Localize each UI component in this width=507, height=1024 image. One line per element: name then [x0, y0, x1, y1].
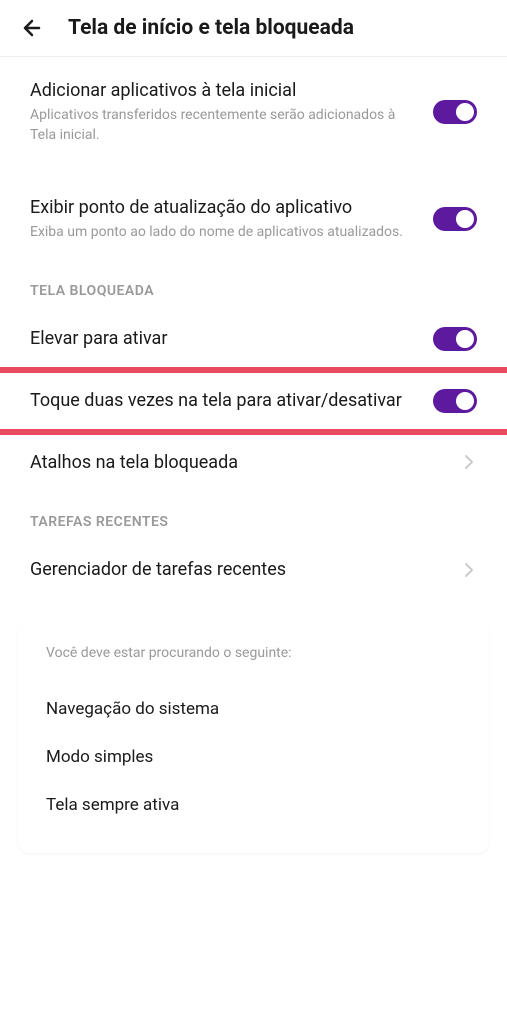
setting-title: Adicionar aplicativos à tela inicial	[30, 79, 417, 102]
setting-update-dot[interactable]: Exibir ponto de atualização do aplicativ…	[0, 180, 507, 259]
suggestion-item[interactable]: Tela sempre ativa	[46, 781, 461, 829]
suggestions-card: Você deve estar procurando o seguinte: N…	[18, 621, 489, 853]
toggle-raise-to-wake[interactable]	[433, 327, 477, 351]
setting-subtitle: Aplicativos transferidos recentemente se…	[30, 106, 417, 145]
setting-title: Elevar para ativar	[30, 327, 417, 350]
setting-double-tap[interactable]: Toque duas vezes na tela para ativar/des…	[0, 373, 507, 429]
toggle-add-apps[interactable]	[433, 100, 477, 124]
setting-title: Gerenciador de tarefas recentes	[30, 558, 445, 581]
setting-raise-to-wake[interactable]: Elevar para ativar	[0, 311, 507, 367]
highlighted-row: Toque duas vezes na tela para ativar/des…	[0, 367, 507, 435]
setting-title: Toque duas vezes na tela para ativar/des…	[30, 389, 417, 412]
setting-subtitle: Exiba um ponto ao lado do nome de aplica…	[30, 223, 417, 243]
settings-list: Adicionar aplicativos à tela inicial Apl…	[0, 57, 507, 853]
header: Tela de início e tela bloqueada	[0, 0, 507, 57]
setting-title: Exibir ponto de atualização do aplicativ…	[30, 196, 417, 219]
suggestion-item[interactable]: Navegação do sistema	[46, 685, 461, 733]
chevron-right-icon	[461, 454, 477, 470]
suggestion-item[interactable]: Modo simples	[46, 733, 461, 781]
setting-add-apps[interactable]: Adicionar aplicativos à tela inicial Apl…	[0, 63, 507, 162]
page-title: Tela de início e tela bloqueada	[68, 16, 354, 40]
toggle-update-dot[interactable]	[433, 207, 477, 231]
back-icon[interactable]	[20, 16, 44, 40]
setting-shortcuts[interactable]: Atalhos na tela bloqueada	[0, 435, 507, 490]
toggle-double-tap[interactable]	[433, 389, 477, 413]
section-header-recent-tasks: TAREFAS RECENTES	[0, 490, 507, 542]
setting-title: Atalhos na tela bloqueada	[30, 451, 445, 474]
section-header-lockscreen: TELA BLOQUEADA	[0, 259, 507, 311]
setting-task-manager[interactable]: Gerenciador de tarefas recentes	[0, 542, 507, 597]
chevron-right-icon	[461, 562, 477, 578]
suggestions-header: Você deve estar procurando o seguinte:	[46, 645, 461, 661]
